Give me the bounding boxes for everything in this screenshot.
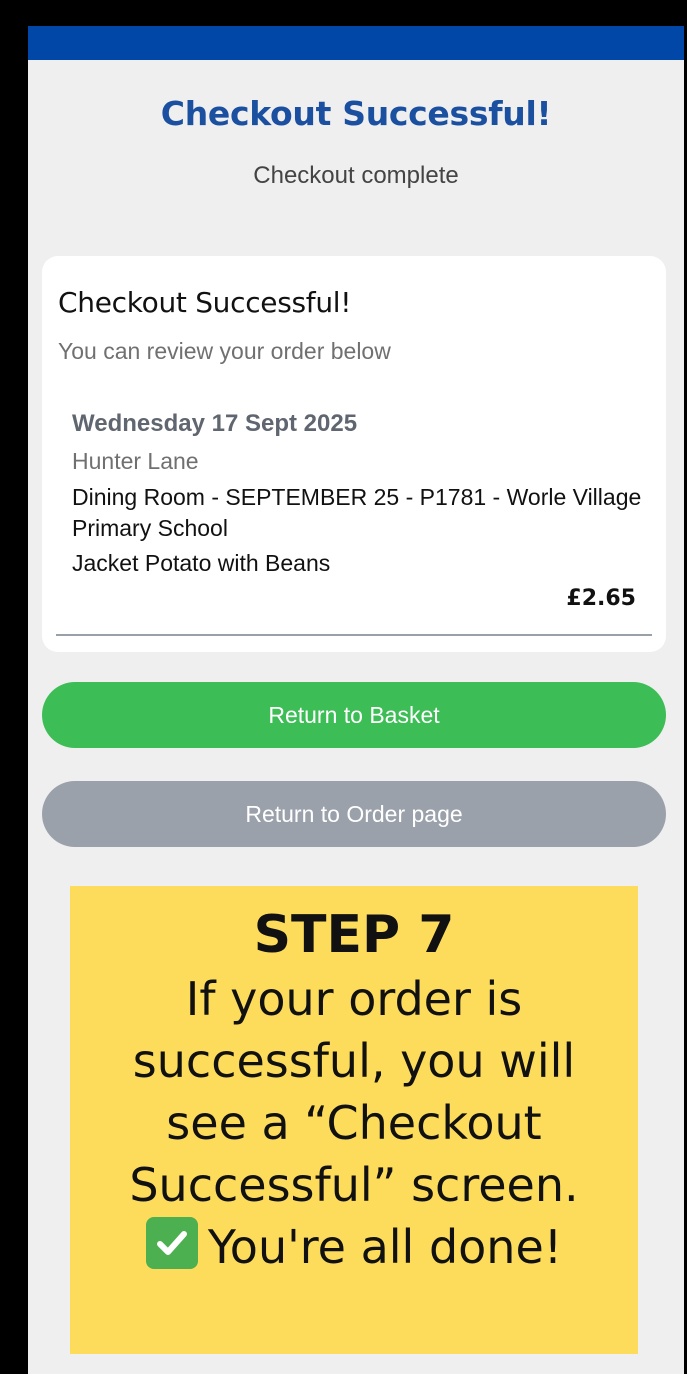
order-summary-card: Checkout Successful! You can review your… <box>42 256 666 652</box>
device-frame: Checkout Successful! Checkout complete C… <box>0 0 687 1374</box>
instruction-box: STEP 7 If your order is successful, you … <box>70 886 638 1354</box>
order-menu-name: Dining Room - SEPTEMBER 25 - P1781 - Wor… <box>72 484 642 541</box>
step-line-1: If your order is <box>185 972 523 1026</box>
order-location: Hunter Lane <box>72 448 199 474</box>
step-line-3: see a “Checkout <box>166 1096 542 1150</box>
step-title: STEP 7 <box>253 905 455 965</box>
order-item-price: £2.65 <box>566 586 636 611</box>
order-item-name: Jacket Potato with Beans <box>72 550 331 576</box>
app-screen: Checkout Successful! Checkout complete C… <box>28 26 684 1374</box>
page-subtitle: Checkout complete <box>253 162 459 189</box>
step-line-5: You're all done! <box>207 1220 563 1274</box>
check-mark-icon <box>145 1217 198 1269</box>
page-title: Checkout Successful! <box>160 94 552 133</box>
step-line-2: successful, you will <box>132 1034 576 1088</box>
step-line-4: Successful” screen. <box>129 1158 579 1212</box>
order-date: Wednesday 17 Sept 2025 <box>72 410 358 437</box>
return-to-order-page-button[interactable]: Return to Order page <box>42 781 666 847</box>
step-line-5-wrapper: You're all done! <box>70 1216 638 1278</box>
return-to-basket-button[interactable]: Return to Basket <box>42 682 666 748</box>
top-app-bar <box>28 26 684 60</box>
card-divider <box>56 634 652 636</box>
card-subtitle: You can review your order below <box>58 338 391 364</box>
card-title: Checkout Successful! <box>58 286 352 319</box>
step-description: If your order is successful, you will se… <box>70 968 638 1278</box>
